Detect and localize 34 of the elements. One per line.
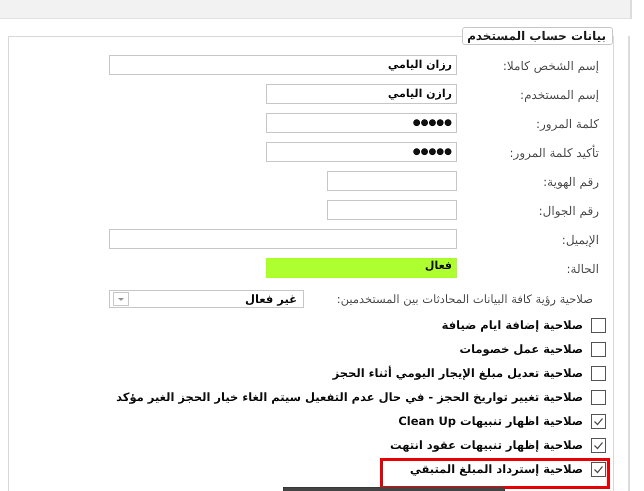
field-label: كلمة المرور: — [534, 116, 599, 131]
permission-label: صلاحية إسترداد المبلغ المتبقي — [410, 462, 583, 476]
field-label: تأكيد كلمة المرور: — [508, 144, 599, 160]
checkbox[interactable] — [591, 390, 606, 404]
caret-icon — [113, 292, 129, 306]
checkbox[interactable] — [591, 438, 606, 452]
text-field[interactable]: رزان اليامي — [109, 55, 457, 75]
password-field[interactable]: ●●●●● — [266, 113, 457, 133]
field-label: إسم الشخص كاملا: — [502, 58, 599, 73]
permission-label: صلاحية تغيير تواريخ الحجز - في حال عدم التفعيل سيتم الغاء خيار الحجز الغير مؤكد — [116, 390, 583, 404]
field-label: الإيميل: — [560, 232, 599, 247]
permission-label: صلاحية إضافة ايام ضيافة — [442, 318, 583, 332]
password-field[interactable]: ●●●●● — [266, 142, 457, 162]
checkbox[interactable] — [591, 414, 606, 428]
permission-label: صلاحية تعديل مبلغ الإيجار اليومي أثناء الحجز — [332, 366, 583, 380]
field-label: الحالة: — [565, 261, 599, 276]
field-label: رقم الهوية: — [542, 174, 599, 189]
status-dropdown[interactable]: غير فعال — [109, 290, 304, 308]
permission-label: صلاحية اظهار تنبيهات Clean Up — [398, 414, 583, 428]
checkbox[interactable] — [591, 462, 606, 476]
status-field: فعال — [266, 258, 457, 278]
checkbox[interactable] — [591, 318, 606, 332]
checkbox[interactable] — [591, 342, 606, 356]
permission-label: صلاحية عمل خصومات — [460, 342, 583, 356]
text-field[interactable] — [327, 200, 457, 220]
field-label: إسم المستخدم: — [519, 87, 599, 102]
panel-title: بيانات حساب المستخدم — [462, 27, 613, 45]
permission-label: صلاحية إظهار تنبيهات عقود انتهت — [390, 438, 583, 452]
field-label: صلاحية رؤية كافة البيانات المحادثات بين المستخدمين: — [336, 292, 593, 306]
field-label: رقم الجوال: — [538, 203, 599, 218]
text-field[interactable] — [327, 171, 457, 191]
text-field[interactable] — [109, 229, 457, 249]
checkbox[interactable] — [591, 366, 606, 380]
text-field[interactable]: رازن اليامي — [266, 84, 457, 104]
